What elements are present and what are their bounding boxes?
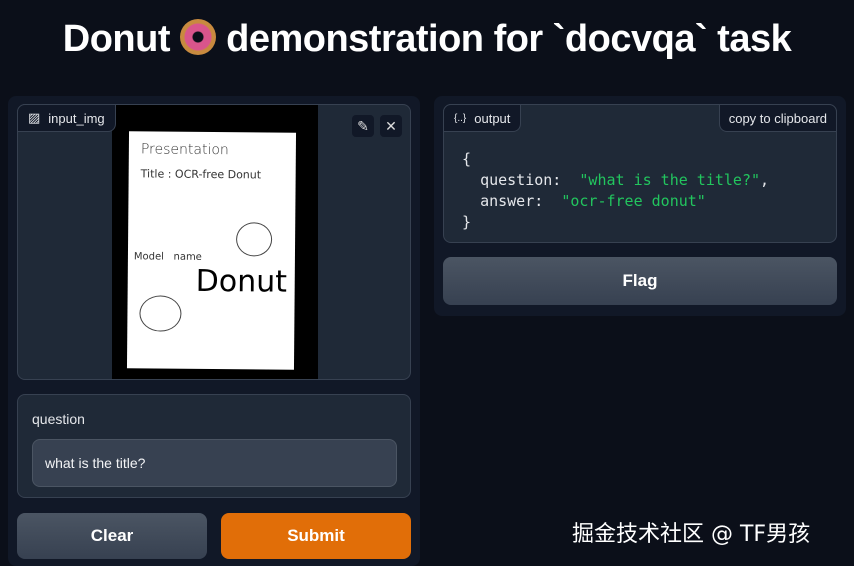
submit-button[interactable]: Submit	[221, 513, 411, 559]
input-img-label: ▨ input_img	[17, 104, 116, 132]
page-title: Donut demonstration for `docvqa` task	[62, 18, 792, 60]
question-block: question what is the title?	[17, 394, 411, 498]
json-content: { question: "what is the title?", answer…	[462, 150, 770, 231]
document-image: Presentation Title : OCR-free Donut Mode…	[112, 105, 318, 379]
clear-button[interactable]: Clear	[17, 513, 207, 559]
donut-emoji-icon	[180, 19, 217, 55]
question-label: question	[32, 411, 85, 427]
watermark: 掘金技术社区 @ TF男孩	[572, 522, 811, 547]
question-input[interactable]: what is the title?	[32, 439, 397, 487]
remove-image-button[interactable]: ✕	[380, 115, 402, 137]
output-label: {..} output	[443, 104, 522, 132]
copy-to-clipboard-button[interactable]: copy to clipboard	[718, 104, 837, 132]
edit-button[interactable]: ✎	[352, 115, 374, 137]
output-json: {..} output copy to clipboard { question:…	[443, 104, 837, 243]
close-icon: ✕	[385, 117, 397, 134]
pencil-icon: ✎	[357, 117, 369, 134]
image-icon: ▨	[28, 110, 41, 125]
json-icon: {..}	[454, 112, 467, 124]
image-input[interactable]: Presentation Title : OCR-free Donut Mode…	[17, 104, 411, 380]
flag-button[interactable]: Flag	[443, 257, 837, 305]
